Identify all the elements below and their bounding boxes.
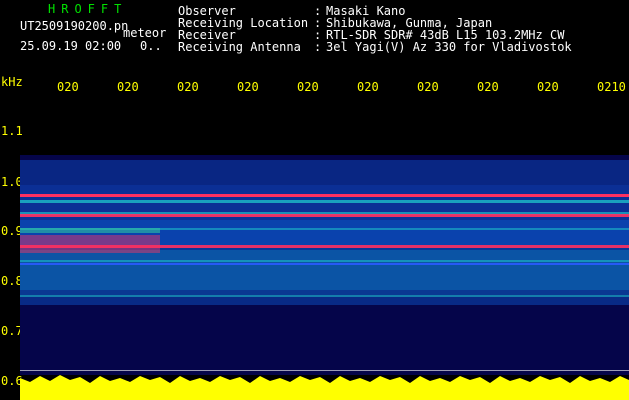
count-indicator: 0.. [140,39,162,53]
cyan-band [20,260,629,262]
signal-line [20,214,629,217]
noise-floor [20,375,629,400]
antenna-label: Receiving Antenna [178,40,301,54]
spectrogram [20,155,629,400]
signal-line [20,263,629,265]
signal-burst [20,235,160,253]
cyan-band [20,295,629,297]
brand-title: HROFFT [48,2,128,16]
antenna-value: 3el Yagi(V) Az 330 for Vladivostok [326,40,572,54]
noise-band [20,250,629,295]
meteor-label: meteor [123,26,167,40]
x-tick-label: 020 [477,80,499,94]
baseline [20,370,629,371]
x-tick-label: 020 [297,80,319,94]
signal-line [20,194,629,197]
noise-band [20,160,629,185]
file-name: UT2509190200.pn [20,19,129,33]
x-tick-label: 020 [117,80,139,94]
separator: : [314,40,322,54]
x-tick-label: 020 [417,80,439,94]
x-tick-label: 020 [537,80,559,94]
x-tick-label: 020 [57,80,79,94]
x-tick-label: 020 [357,80,379,94]
cyan-band [20,200,629,203]
y-axis-unit: kHz [1,75,23,89]
x-tick-label: 020 [237,80,259,94]
signal-burst [20,228,160,233]
noise-band [20,290,629,305]
date-time: 25.09.19 02:00 [20,39,122,53]
x-tick-label: 020 [177,80,199,94]
x-tick-label: 0210 [597,80,626,94]
